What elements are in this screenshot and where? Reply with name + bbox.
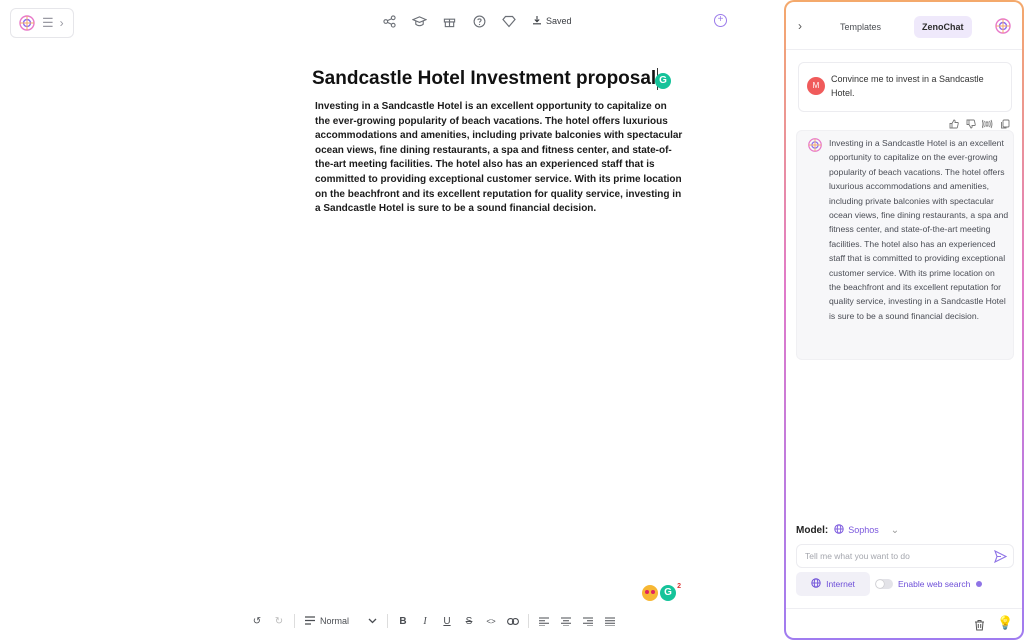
divider xyxy=(294,614,295,628)
link-icon[interactable] xyxy=(506,614,520,628)
add-icon[interactable]: + xyxy=(714,14,727,27)
collapse-panel-icon[interactable]: › xyxy=(798,19,802,33)
app-window: ☰ › Saved + Sandcastle Hotel Investment … xyxy=(0,0,1024,640)
copy-icon[interactable] xyxy=(999,118,1010,129)
internet-button[interactable]: Internet xyxy=(796,572,870,596)
saved-label: Saved xyxy=(546,16,572,26)
tab-zenochat[interactable]: ZenoChat xyxy=(914,16,972,38)
top-toolbar: Saved xyxy=(380,10,572,32)
align-center-icon[interactable] xyxy=(559,614,573,628)
brain-logo-icon xyxy=(994,17,1012,35)
menu-icon: ☰ xyxy=(42,15,54,30)
lightbulb-icon[interactable]: 💡 xyxy=(997,615,1013,631)
download-icon xyxy=(532,15,542,27)
diamond-icon[interactable] xyxy=(500,12,518,30)
user-message: M Convince me to invest in a Sandcastle … xyxy=(798,62,1012,112)
bold-button[interactable]: B xyxy=(396,614,410,628)
tab-templates[interactable]: Templates xyxy=(832,16,889,38)
gift-icon[interactable] xyxy=(440,12,458,30)
share-icon[interactable] xyxy=(380,12,398,30)
assistant-message-text: Investing in a Sandcastle Hotel is an ex… xyxy=(829,138,1009,321)
model-selector: Model: Sophos ⌄ xyxy=(796,524,899,536)
italic-button[interactable]: I xyxy=(418,614,432,628)
chevron-down-icon xyxy=(368,616,377,626)
chat-input-box xyxy=(796,544,1014,568)
web-search-label: Enable web search xyxy=(898,579,971,589)
panel-header: › Templates ZenoChat xyxy=(786,2,1022,50)
globe-icon xyxy=(811,578,821,590)
divider xyxy=(786,608,1022,609)
align-justify-icon[interactable] xyxy=(603,614,617,628)
info-icon[interactable] xyxy=(976,581,982,587)
chat-input[interactable] xyxy=(797,545,977,567)
chat-panel: › Templates ZenoChat M Convince me to in… xyxy=(784,0,1024,640)
web-search-toggle[interactable] xyxy=(875,579,893,589)
document-body[interactable]: Investing in a Sandcastle Hotel is an ex… xyxy=(315,100,683,217)
format-toolbar: ↺ ↻ Normal B I U S <> xyxy=(250,612,617,630)
divider xyxy=(528,614,530,628)
heart-eyes-emoji-icon[interactable] xyxy=(642,585,658,601)
strikethrough-button[interactable]: S xyxy=(462,614,476,628)
help-icon[interactable] xyxy=(470,12,488,30)
globe-icon xyxy=(834,524,844,536)
trash-icon[interactable] xyxy=(974,618,985,631)
thumbs-up-icon[interactable] xyxy=(948,118,959,129)
assistant-badges: G2 xyxy=(642,583,681,601)
paragraph-icon xyxy=(305,615,315,627)
speaker-icon[interactable] xyxy=(982,118,993,129)
model-label: Model: xyxy=(796,524,829,536)
grammarly-count-icon[interactable]: G2 xyxy=(660,583,681,601)
avatar: M xyxy=(807,77,825,95)
undo-icon[interactable]: ↺ xyxy=(250,614,264,628)
model-dropdown[interactable]: Sophos ⌄ xyxy=(834,524,899,536)
send-icon[interactable] xyxy=(994,549,1008,564)
sidebar-toggle[interactable]: ☰ › xyxy=(10,8,74,38)
redo-icon[interactable]: ↻ xyxy=(272,614,286,628)
document-title[interactable]: Sandcastle Hotel Investment proposal xyxy=(312,68,659,90)
align-right-icon[interactable] xyxy=(581,614,595,628)
saved-status: Saved xyxy=(532,15,572,27)
brain-logo-icon xyxy=(18,14,36,32)
underline-button[interactable]: U xyxy=(440,614,454,628)
grammarly-count: 2 xyxy=(677,583,681,590)
grammarly-icon[interactable]: G xyxy=(655,73,671,89)
assistant-message: Investing in a Sandcastle Hotel is an ex… xyxy=(796,130,1014,360)
message-actions xyxy=(948,118,1010,129)
chevron-right-icon: › xyxy=(59,16,64,30)
document-title-text: Sandcastle Hotel Investment proposal xyxy=(312,68,657,90)
code-button[interactable]: <> xyxy=(484,614,498,628)
chevron-down-icon: ⌄ xyxy=(890,524,900,536)
text-style-value: Normal xyxy=(320,616,350,626)
internet-label: Internet xyxy=(826,579,855,589)
brain-logo-icon xyxy=(807,137,823,153)
align-left-icon[interactable] xyxy=(537,614,551,628)
thumbs-down-icon[interactable] xyxy=(965,118,976,129)
text-style-select[interactable]: Normal xyxy=(303,615,379,627)
divider xyxy=(387,614,389,628)
model-value: Sophos xyxy=(848,525,879,535)
graduation-cap-icon[interactable] xyxy=(410,12,428,30)
user-message-text: Convince me to invest in a Sandcastle Ho… xyxy=(831,74,984,98)
